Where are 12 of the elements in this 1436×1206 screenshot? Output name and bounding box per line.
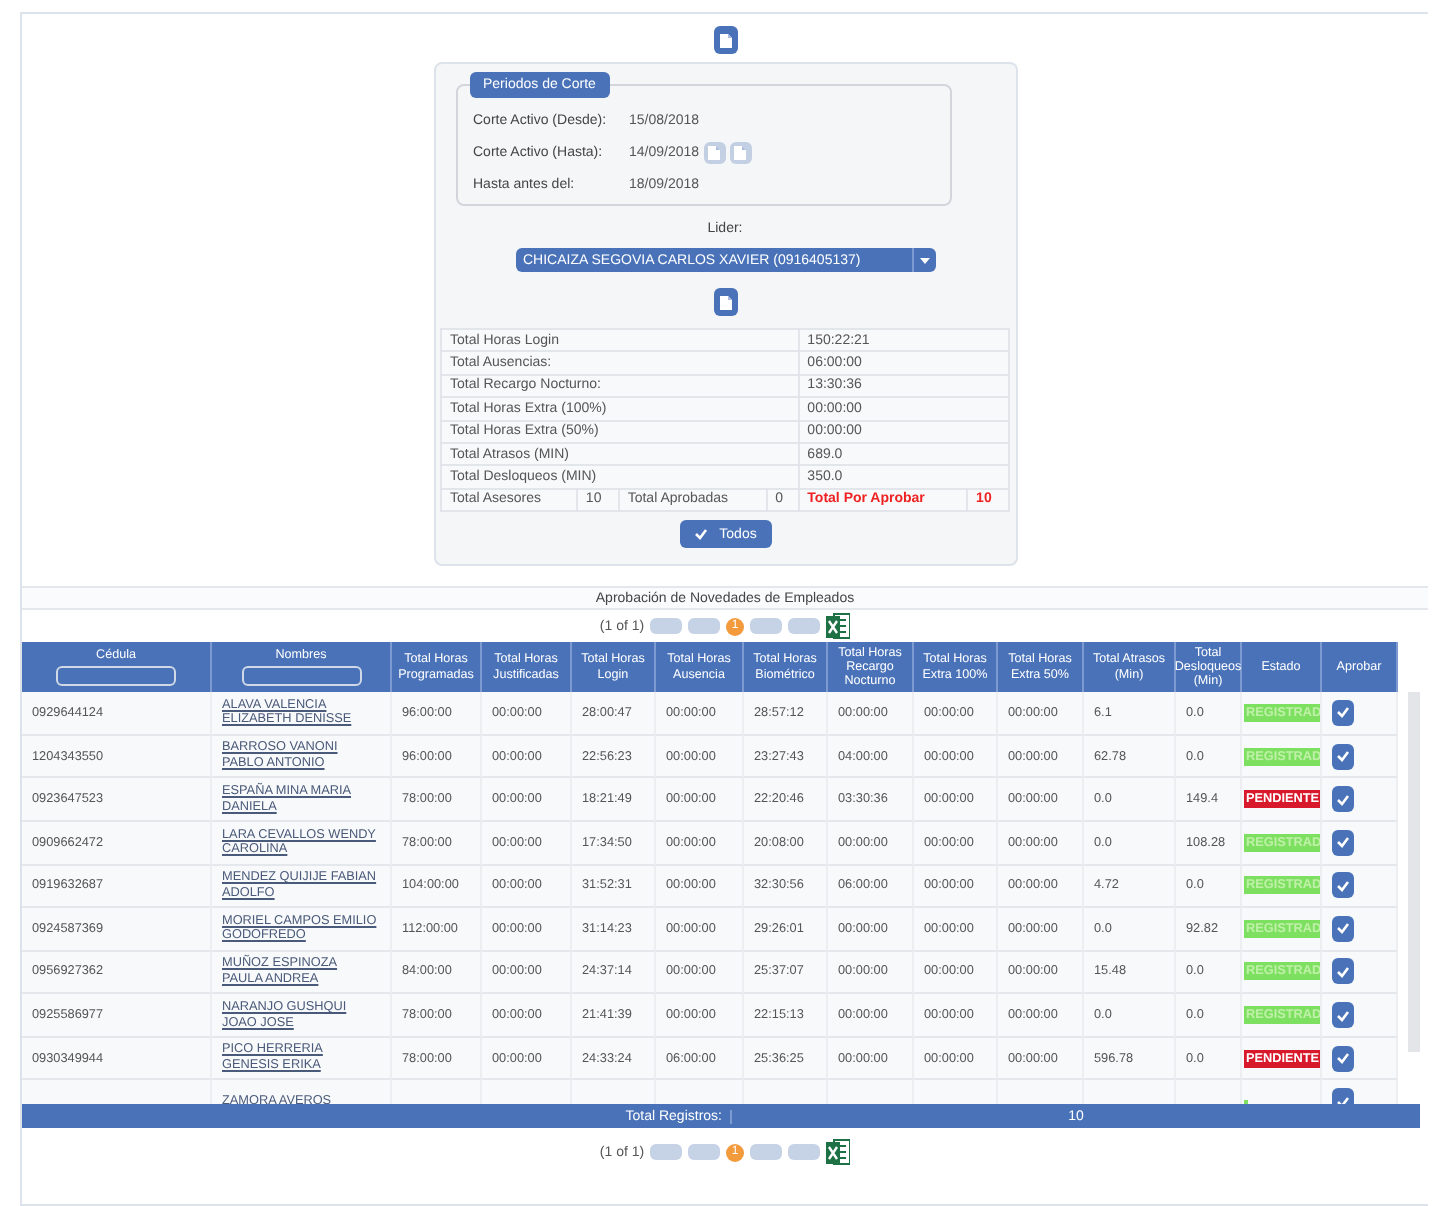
search-button[interactable] (713, 288, 737, 316)
document-icon (734, 145, 747, 159)
document-icon (719, 33, 731, 47)
spreadsheet-icon[interactable] (826, 1138, 851, 1167)
document-icon (708, 145, 721, 159)
spreadsheet-icon[interactable] (826, 612, 851, 641)
document-icon (719, 295, 731, 309)
export-button[interactable] (713, 26, 737, 54)
caret-icon (919, 257, 929, 263)
filter-field[interactable] (56, 666, 176, 687)
scrollbar[interactable] (1408, 692, 1420, 1053)
filter-field[interactable] (241, 666, 361, 687)
